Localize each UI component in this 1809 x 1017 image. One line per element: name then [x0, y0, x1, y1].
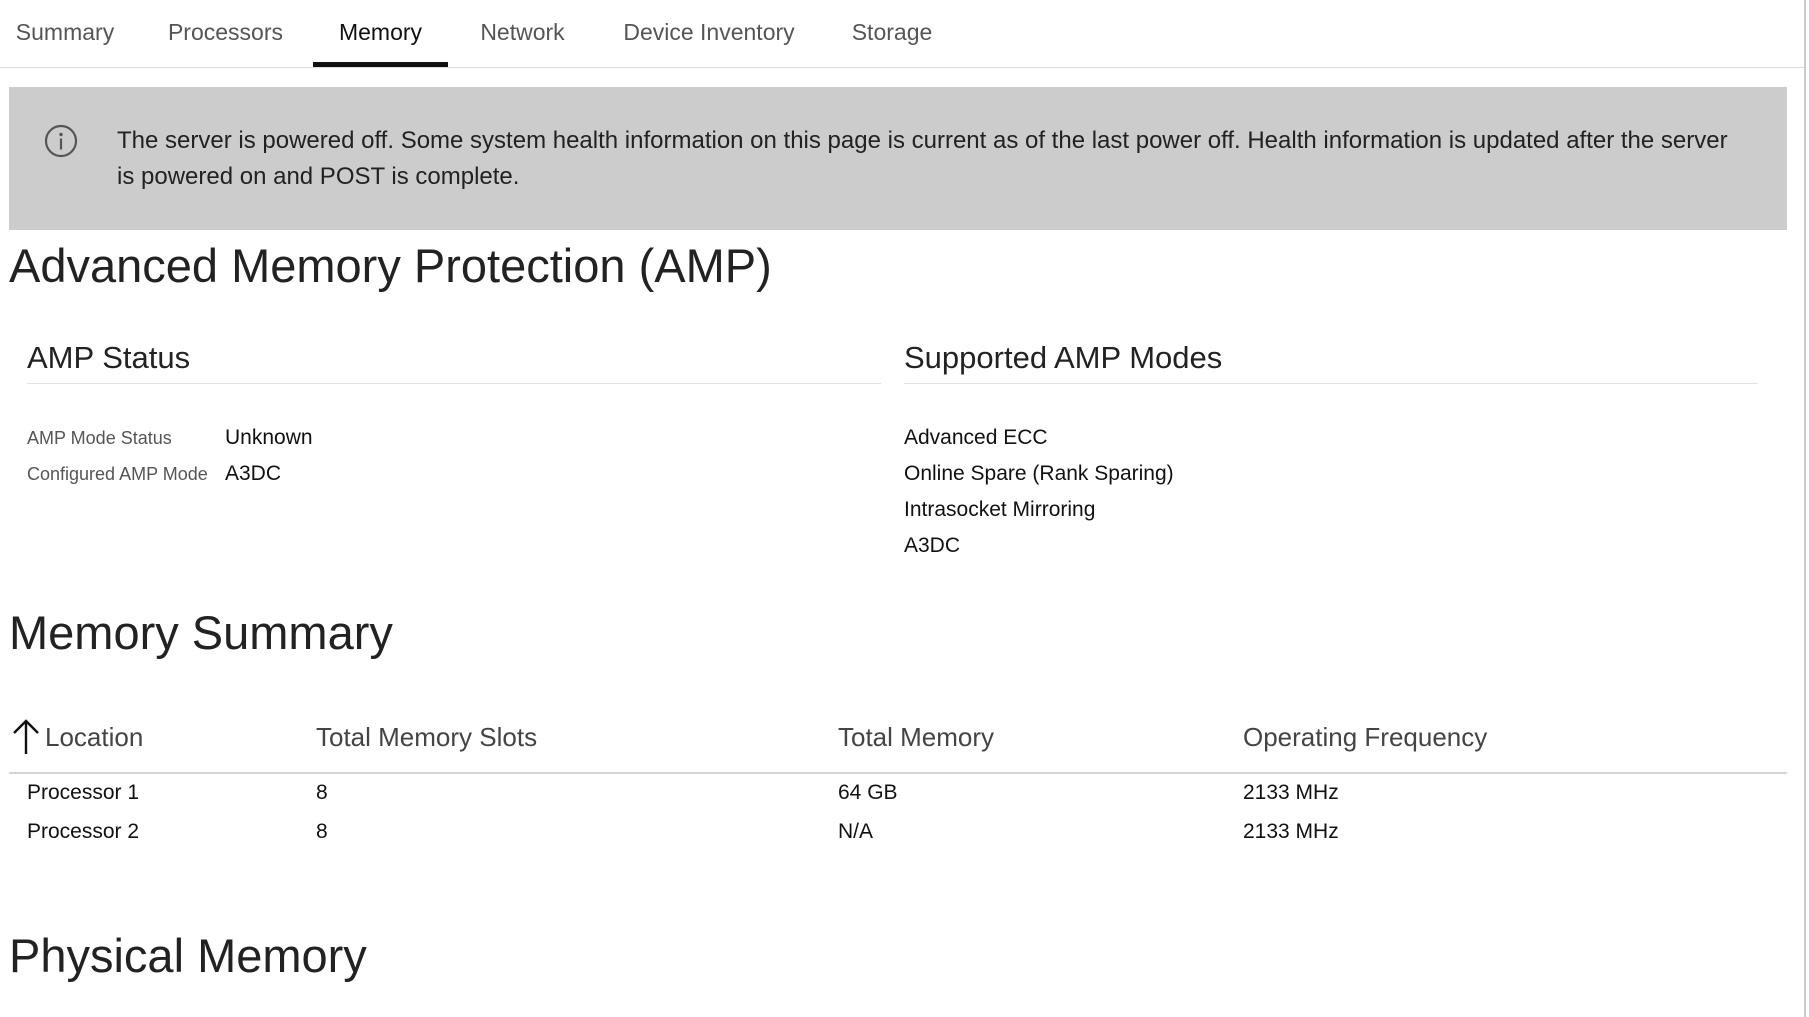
cell-total-memory: N/A — [838, 820, 874, 843]
amp-mode-item: Online Spare (Rank Sparing) — [904, 462, 1174, 485]
supported-modes-divider — [904, 383, 1758, 384]
configured-amp-mode-value: A3DC — [225, 462, 282, 485]
column-header-operating-frequency[interactable]: Operating Frequency — [1243, 722, 1487, 753]
tab-summary[interactable]: Summary — [9, 0, 121, 67]
cell-total-memory: 64 GB — [838, 781, 898, 804]
amp-status-divider — [27, 383, 881, 384]
memory-summary-title: Memory Summary — [9, 606, 393, 659]
amp-mode-item: Intrasocket Mirroring — [904, 498, 1096, 521]
cell-operating-frequency: 2133 MHz — [1243, 781, 1339, 804]
amp-mode-item: A3DC — [904, 534, 961, 557]
cell-location: Processor 1 — [27, 781, 140, 804]
tab-network[interactable]: Network — [470, 0, 575, 67]
cell-operating-frequency: 2133 MHz — [1243, 820, 1339, 843]
power-off-alert: The server is powered off. Some system h… — [9, 87, 1787, 230]
memory-page: Summary Processors Memory Network Device… — [0, 0, 1809, 1017]
tab-bar: Summary Processors Memory Network Device… — [0, 0, 1804, 68]
tab-processors[interactable]: Processors — [155, 0, 296, 67]
supported-amp-modes-title: Supported AMP Modes — [904, 340, 1223, 375]
configured-amp-mode-label: Configured AMP Mode — [27, 464, 208, 484]
tab-memory[interactable]: Memory — [313, 0, 448, 67]
page-edge-rule — [1804, 0, 1806, 1017]
amp-mode-status-label: AMP Mode Status — [27, 428, 172, 448]
amp-mode-item: Advanced ECC — [904, 426, 1048, 449]
physical-memory-title: Physical Memory — [9, 929, 367, 982]
amp-mode-status-value: Unknown — [225, 426, 313, 449]
column-header-location[interactable]: Location — [45, 722, 143, 753]
table-header-divider — [9, 772, 1787, 774]
amp-section-title: Advanced Memory Protection (AMP) — [9, 239, 772, 292]
arrow-up-icon[interactable] — [11, 718, 43, 756]
column-header-total-memory[interactable]: Total Memory — [838, 722, 994, 753]
cell-location: Processor 2 — [27, 820, 140, 843]
cell-total-memory-slots: 8 — [316, 820, 328, 843]
info-icon — [44, 124, 78, 158]
alert-message: The server is powered off. Some system h… — [117, 127, 1728, 190]
amp-status-title: AMP Status — [27, 340, 191, 375]
column-header-total-memory-slots[interactable]: Total Memory Slots — [316, 722, 537, 753]
cell-total-memory-slots: 8 — [316, 781, 328, 804]
tab-storage[interactable]: Storage — [842, 0, 942, 67]
tab-device-inventory[interactable]: Device Inventory — [612, 0, 806, 67]
